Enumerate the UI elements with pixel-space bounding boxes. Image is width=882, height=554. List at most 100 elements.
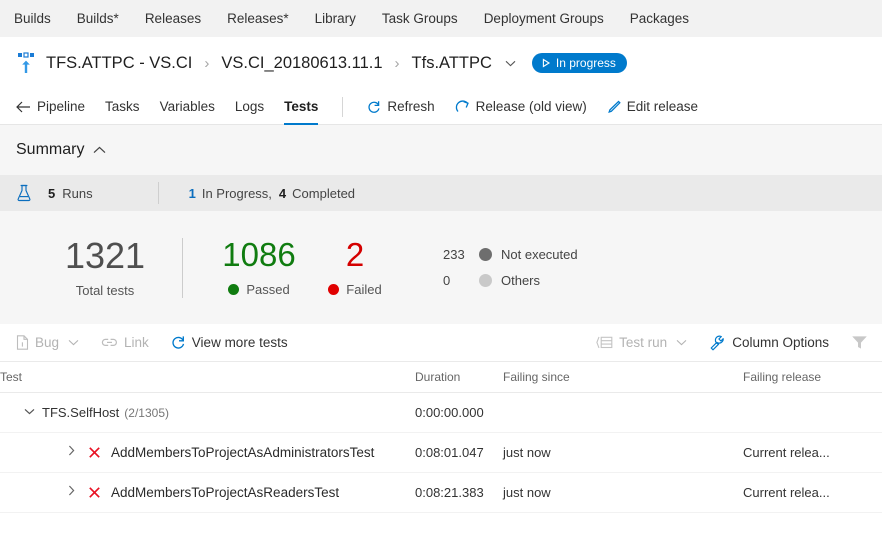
row-expand-chevron-icon[interactable]: [68, 445, 75, 459]
tab-tests[interactable]: Tests: [284, 89, 319, 125]
link-icon: [101, 336, 118, 349]
others-value: 0: [443, 273, 451, 288]
column-header-duration[interactable]: Duration: [415, 362, 503, 393]
back-to-pipeline-label: Pipeline: [37, 99, 86, 114]
failed-dot-icon: [328, 284, 340, 296]
view-more-tests-button[interactable]: View more tests: [171, 335, 288, 350]
passed-dot-icon: [228, 284, 240, 296]
test-failing-since: just now: [503, 472, 743, 513]
hub-nav-item-builds-star[interactable]: Builds*: [77, 11, 119, 26]
group-name: TFS.SelfHost: [42, 404, 120, 420]
table-row[interactable]: AddMembersToProjectAsAdministratorsTest …: [0, 432, 882, 473]
summary-header[interactable]: Summary: [0, 125, 882, 175]
column-header-failing-release[interactable]: Failing release: [743, 362, 882, 393]
test-flask-icon: [16, 184, 32, 202]
arrow-left-icon: [16, 101, 31, 113]
test-run-chevron-down-icon[interactable]: [676, 337, 687, 349]
panel-icon: [596, 336, 613, 349]
test-failing-release: Current relea...: [743, 472, 882, 513]
link-label: Link: [124, 335, 149, 350]
funnel-icon: [851, 335, 868, 350]
column-header-test[interactable]: Test: [0, 362, 415, 393]
group-count: (2/1305): [124, 405, 169, 420]
hub-navigation-bar: Builds Builds* Releases Releases* Librar…: [0, 0, 882, 37]
not-executed-value: 233: [443, 247, 465, 262]
status-badge[interactable]: In progress: [531, 53, 627, 73]
refresh-icon: [171, 335, 186, 350]
others-label: Others: [501, 273, 541, 288]
stats-divider: [182, 237, 183, 298]
refresh-icon: [367, 100, 381, 114]
hub-nav-item-builds[interactable]: Builds: [14, 11, 51, 26]
hub-nav-item-releases[interactable]: Releases: [145, 11, 201, 26]
total-tests-value: 1321: [64, 235, 146, 277]
group-collapse-chevron-icon[interactable]: [24, 406, 35, 418]
not-executed-dot-icon: [479, 248, 492, 261]
release-pipeline-icon: [16, 52, 36, 74]
runs-completed-label: Completed: [292, 185, 356, 201]
breadcrumb-environment[interactable]: Tfs.ATTPC: [412, 54, 492, 73]
table-group-row[interactable]: TFS.SelfHost (2/1305) 0:00:00.000: [0, 392, 882, 433]
play-triangle-icon: [541, 58, 551, 68]
view-more-tests-label: View more tests: [191, 335, 288, 350]
stat-minor-group: 233 Not executed 0 Others: [443, 242, 578, 294]
refresh-label: Refresh: [387, 99, 435, 114]
table-header-row: Test Duration Failing since Failing rele…: [0, 362, 882, 393]
hub-nav-item-library[interactable]: Library: [315, 11, 356, 26]
hub-nav-item-task-groups[interactable]: Task Groups: [382, 11, 458, 26]
pencil-icon: [607, 100, 621, 114]
tab-tasks[interactable]: Tasks: [105, 89, 140, 125]
bug-button[interactable]: Bug: [16, 335, 79, 350]
breadcrumb-separator-1: ›: [204, 54, 210, 72]
runs-count: 5: [48, 185, 56, 201]
filter-button[interactable]: [851, 335, 868, 350]
stat-passed: 1086 Passed: [211, 235, 307, 297]
breadcrumb-release[interactable]: VS.CI_20180613.11.1: [221, 54, 382, 73]
column-options-button[interactable]: Column Options: [709, 334, 829, 351]
summary-title: Summary: [16, 141, 85, 158]
failed-x-icon: [88, 486, 101, 499]
tests-table: Test Duration Failing since Failing rele…: [0, 362, 882, 513]
table-row[interactable]: AddMembersToProjectAsReadersTest 0:08:21…: [0, 472, 882, 513]
group-failing-release: [743, 392, 882, 433]
tab-variables[interactable]: Variables: [160, 89, 215, 125]
stat-others: 0 Others: [443, 268, 578, 294]
not-executed-label: Not executed: [501, 247, 578, 262]
tab-logs[interactable]: Logs: [235, 89, 264, 125]
failed-x-icon: [88, 446, 101, 459]
environment-chevron-down-icon[interactable]: [505, 56, 516, 70]
bug-chevron-down-icon[interactable]: [68, 337, 79, 349]
release-old-view-button[interactable]: Release (old view): [455, 99, 587, 114]
runs-in-progress-label: In Progress,: [201, 185, 272, 201]
status-badge-label: In progress: [555, 56, 616, 70]
refresh-button[interactable]: Refresh: [367, 99, 435, 114]
chevron-up-icon[interactable]: [93, 143, 106, 157]
test-run-button[interactable]: Test run: [596, 335, 687, 350]
stat-not-executed: 233 Not executed: [443, 242, 578, 268]
summary-panel: Summary 5 Runs 1 In Progress, 4 Complete…: [0, 125, 882, 324]
others-dot-icon: [479, 274, 492, 287]
back-to-pipeline-button[interactable]: Pipeline: [16, 99, 85, 114]
link-button[interactable]: Link: [101, 335, 149, 350]
edit-release-button[interactable]: Edit release: [607, 99, 698, 114]
breadcrumb: TFS.ATTPC - VS.CI › VS.CI_20180613.11.1 …: [0, 37, 882, 89]
wrench-icon: [709, 334, 726, 351]
hub-nav-item-packages[interactable]: Packages: [630, 11, 689, 26]
edit-release-label: Edit release: [626, 99, 699, 114]
hub-nav-item-releases-star[interactable]: Releases*: [227, 11, 289, 26]
toolbar-divider: [342, 96, 344, 117]
column-header-failing-since[interactable]: Failing since: [503, 362, 743, 393]
runs-in-progress-count: 1: [188, 185, 196, 201]
failed-label: Failed: [346, 282, 382, 298]
hub-nav-item-deployment-groups[interactable]: Deployment Groups: [484, 11, 604, 26]
passed-value: 1086: [222, 235, 296, 273]
breadcrumb-definition[interactable]: TFS.ATTPC - VS.CI: [46, 54, 192, 73]
stat-failed: 2 Failed: [307, 237, 403, 298]
row-expand-chevron-icon[interactable]: [68, 485, 75, 499]
stat-total-tests: 1321 Total tests: [40, 237, 170, 298]
runs-divider: [157, 182, 159, 204]
test-failing-release: Current relea...: [743, 432, 882, 473]
runs-label: Runs: [62, 185, 93, 201]
grid-toolbar: Bug Link View more tests Test run Column…: [0, 324, 882, 362]
release-old-view-label: Release (old view): [475, 99, 587, 114]
